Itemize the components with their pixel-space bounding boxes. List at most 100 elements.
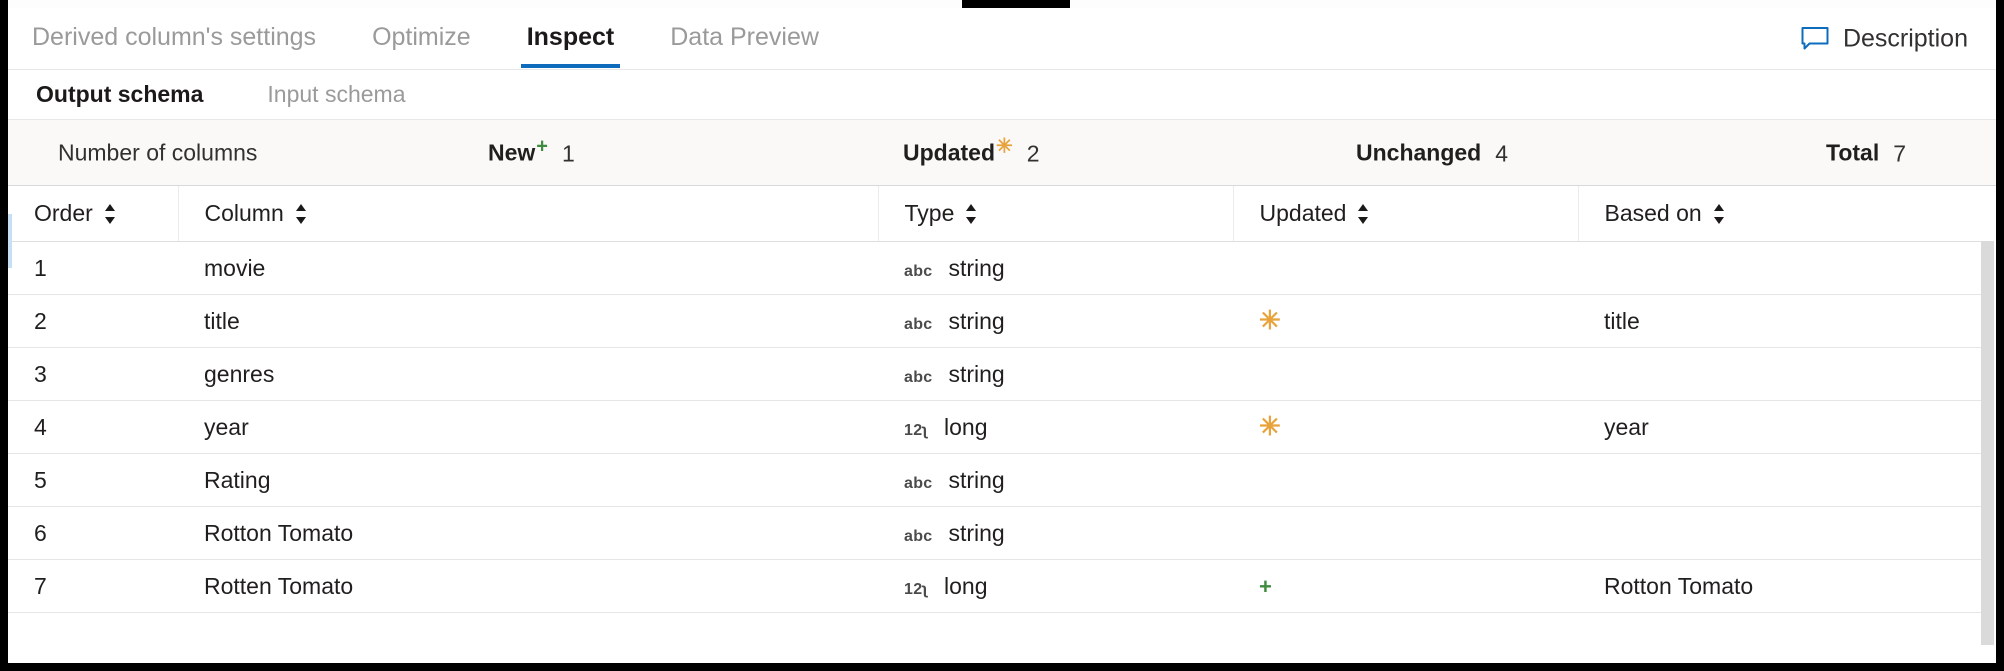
updated-asterisk-icon: ✳ bbox=[996, 136, 1013, 156]
summary-label: Number of columns bbox=[58, 139, 257, 166]
cell-updated: ✳ bbox=[1233, 401, 1578, 454]
row-selection-accent bbox=[8, 214, 12, 268]
cell-order: 6 bbox=[8, 507, 178, 560]
type-abc-icon: abc bbox=[904, 369, 932, 387]
column-header-based-on[interactable]: Based on bbox=[1578, 186, 1996, 242]
table-row[interactable]: 6 Rotton Tomato abc string bbox=[8, 507, 1996, 560]
schema-table-header: Order Column Type bbox=[8, 186, 1996, 242]
schema-table-container: Order Column Type bbox=[8, 186, 1996, 663]
table-row[interactable]: 4 year 12ʅ long ✳ year bbox=[8, 401, 1996, 454]
header-label: Updated bbox=[1260, 200, 1347, 227]
window-left-edge bbox=[0, 0, 8, 671]
sort-arrows-icon[interactable] bbox=[1358, 204, 1369, 224]
cell-updated bbox=[1233, 507, 1578, 560]
window-bottom-edge bbox=[0, 663, 2004, 671]
cell-order: 5 bbox=[8, 454, 178, 507]
stat-total-value: 7 bbox=[1893, 140, 1906, 167]
tab-label: Derived column's settings bbox=[32, 23, 316, 51]
table-row[interactable]: 1 movie abc string bbox=[8, 242, 1996, 295]
header-label: Column bbox=[205, 200, 284, 227]
stat-total-label: Total bbox=[1826, 139, 1879, 166]
sort-arrows-icon[interactable] bbox=[105, 204, 116, 224]
sort-arrows-icon[interactable] bbox=[1714, 204, 1725, 224]
type-number-icon: 12ʅ bbox=[904, 581, 928, 599]
cell-column: Rotten Tomato bbox=[178, 560, 878, 613]
stat-updated: Updated ✳ 2 bbox=[903, 139, 1040, 166]
table-row[interactable]: 7 Rotten Tomato 12ʅ long + Rotton Tomato bbox=[8, 560, 1996, 613]
type-abc-icon: abc bbox=[904, 528, 932, 546]
column-header-updated[interactable]: Updated bbox=[1233, 186, 1578, 242]
vertical-scrollbar-thumb[interactable] bbox=[1981, 241, 1994, 645]
tab-optimize[interactable]: Optimize bbox=[372, 25, 471, 52]
sort-arrows-icon[interactable] bbox=[966, 204, 977, 224]
subtab-input-schema[interactable]: Input schema bbox=[267, 81, 405, 108]
header-row: Order Column Type bbox=[8, 186, 1996, 242]
cell-order: 3 bbox=[8, 348, 178, 401]
cell-column: title bbox=[178, 295, 878, 348]
vertical-scrollbar[interactable] bbox=[1981, 241, 1996, 663]
tab-label: Optimize bbox=[372, 23, 471, 51]
cell-based-on: Rotton Tomato bbox=[1578, 560, 1996, 613]
schema-table: Order Column Type bbox=[8, 186, 1996, 613]
cell-based-on: title bbox=[1578, 295, 1996, 348]
type-label: string bbox=[948, 520, 1004, 547]
tab-derived-column-settings[interactable]: Derived column's settings bbox=[32, 25, 316, 52]
type-label: string bbox=[948, 467, 1004, 494]
table-row[interactable]: 3 genres abc string bbox=[8, 348, 1996, 401]
stat-new-value: 1 bbox=[562, 140, 575, 167]
cell-order: 4 bbox=[8, 401, 178, 454]
description-button[interactable]: Description bbox=[1801, 24, 1968, 53]
tab-data-preview[interactable]: Data Preview bbox=[670, 25, 819, 52]
table-row[interactable]: 5 Rating abc string bbox=[8, 454, 1996, 507]
updated-asterisk-icon: ✳ bbox=[1259, 307, 1281, 333]
cell-order: 2 bbox=[8, 295, 178, 348]
cell-updated bbox=[1233, 348, 1578, 401]
cell-column: Rating bbox=[178, 454, 878, 507]
cell-updated bbox=[1233, 454, 1578, 507]
sort-arrows-icon[interactable] bbox=[296, 204, 307, 224]
type-label: string bbox=[948, 361, 1004, 388]
column-header-column[interactable]: Column bbox=[178, 186, 878, 242]
app-window: Derived column's settings Optimize Inspe… bbox=[0, 0, 2004, 671]
cell-type: abc string bbox=[878, 348, 1233, 401]
type-label: long bbox=[944, 573, 987, 600]
main-tab-bar: Derived column's settings Optimize Inspe… bbox=[8, 8, 1996, 70]
subtab-label: Input schema bbox=[267, 81, 405, 107]
column-header-order[interactable]: Order bbox=[8, 186, 178, 242]
stat-unchanged-value: 4 bbox=[1495, 140, 1508, 167]
tab-label: Inspect bbox=[527, 23, 615, 51]
cell-updated: ✳ bbox=[1233, 295, 1578, 348]
stat-updated-value: 2 bbox=[1027, 140, 1040, 167]
header-label: Order bbox=[34, 200, 93, 227]
subtab-output-schema[interactable]: Output schema bbox=[36, 81, 203, 108]
cell-based-on bbox=[1578, 242, 1996, 295]
cell-type: abc string bbox=[878, 242, 1233, 295]
description-label: Description bbox=[1843, 24, 1968, 53]
column-count-summary: Number of columns New + 1 Updated ✳ 2 Un… bbox=[8, 120, 1996, 186]
table-row[interactable]: 2 title abc string ✳ title bbox=[8, 295, 1996, 348]
stat-updated-label: Updated bbox=[903, 139, 995, 166]
cell-column: movie bbox=[178, 242, 878, 295]
cell-type: abc string bbox=[878, 507, 1233, 560]
header-label: Based on bbox=[1605, 200, 1702, 227]
type-label: string bbox=[948, 255, 1004, 282]
cell-updated bbox=[1233, 242, 1578, 295]
type-label: string bbox=[948, 308, 1004, 335]
type-number-icon: 12ʅ bbox=[904, 422, 928, 440]
tab-inspect[interactable]: Inspect bbox=[527, 25, 615, 52]
column-header-type[interactable]: Type bbox=[878, 186, 1233, 242]
stat-new-label: New bbox=[488, 139, 535, 166]
header-label: Type bbox=[905, 200, 955, 227]
stat-new: New + 1 bbox=[488, 139, 575, 166]
cell-column: Rotton Tomato bbox=[178, 507, 878, 560]
cell-updated: + bbox=[1233, 560, 1578, 613]
type-abc-icon: abc bbox=[904, 263, 932, 281]
schema-table-body: 1 movie abc string bbox=[8, 242, 1996, 613]
cell-based-on bbox=[1578, 507, 1996, 560]
cell-type: abc string bbox=[878, 454, 1233, 507]
cell-column: genres bbox=[178, 348, 878, 401]
cell-based-on bbox=[1578, 454, 1996, 507]
stat-unchanged: Unchanged 4 bbox=[1356, 139, 1508, 166]
stat-total: Total 7 bbox=[1826, 139, 1906, 166]
window-notch bbox=[962, 0, 1070, 8]
